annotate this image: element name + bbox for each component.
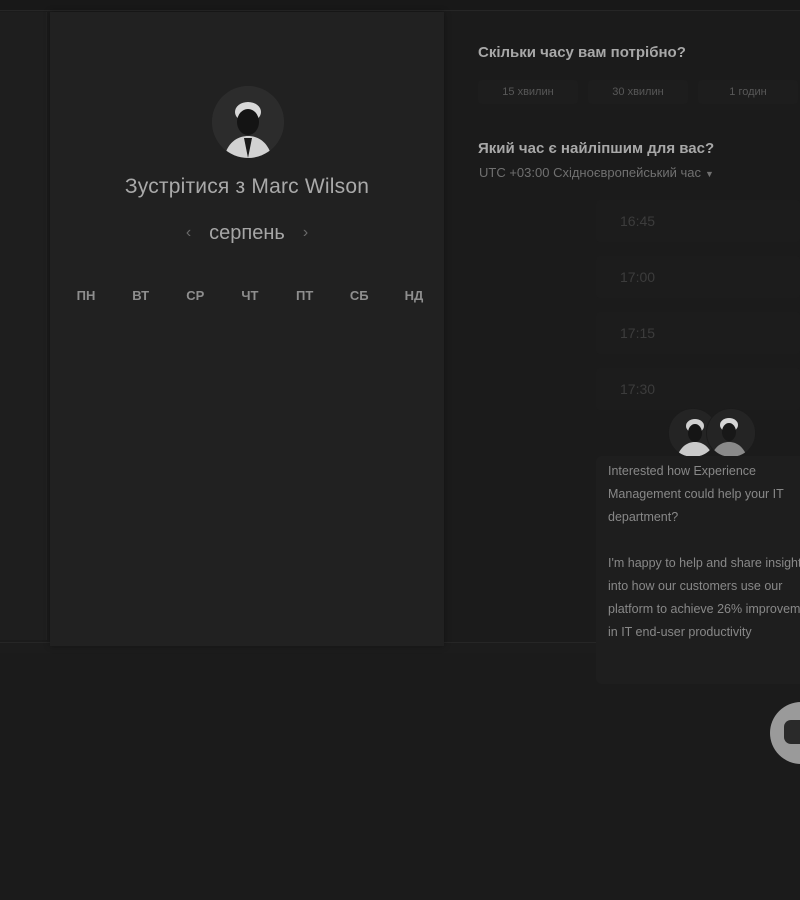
chat-launcher-button[interactable] (770, 702, 800, 764)
chat-bubble-icon (784, 720, 800, 744)
time-slot[interactable]: 17:00 (596, 256, 800, 298)
time-question: Який час є найліпшим для вас? (478, 140, 715, 157)
booking-card: Зустрітися з Marc Wilson ‹ серпень › ПН … (50, 12, 444, 646)
chevron-right-icon[interactable]: › (303, 225, 308, 241)
weekday-header: ПН ВТ СР ЧТ ПТ СБ НД (58, 288, 442, 303)
time-slot[interactable]: 16:45 (596, 200, 800, 242)
agent-avatar-image (707, 409, 755, 457)
chat-message-bubble[interactable]: Interested how Experience Management cou… (596, 456, 800, 684)
weekday-label: ПТ (295, 288, 314, 303)
time-slot[interactable]: 17:30 (596, 368, 800, 410)
chevron-left-icon[interactable]: ‹ (186, 225, 191, 241)
duration-options: 15 хвилин 30 хвилин 1 годин (478, 80, 800, 104)
timezone-select[interactable]: UTC +03:00 Східноєвропейський час ▼ (479, 165, 714, 180)
weekday-label: ВТ (132, 288, 150, 303)
booking-title: Зустрітися з Marc Wilson (124, 175, 370, 198)
month-label: серпень (209, 221, 285, 244)
chat-message-1: Interested how Experience Management cou… (608, 464, 784, 524)
left-gutter (0, 12, 47, 640)
duration-option-30[interactable]: 30 хвилин (588, 80, 688, 104)
chat-agent-avatars (668, 408, 760, 458)
weekday-label: ПН (76, 288, 96, 303)
agent-avatar (706, 408, 756, 458)
caret-down-icon: ▼ (704, 168, 714, 179)
chat-message-2: I'm happy to help and share insight into… (608, 556, 800, 639)
weekday-label: СБ (349, 288, 369, 303)
host-avatar (212, 86, 284, 158)
time-slot[interactable]: 17:15 (596, 312, 800, 354)
weekday-label: ЧТ (241, 288, 259, 303)
top-divider (0, 0, 800, 11)
month-navigator: ‹ серпень › (50, 218, 444, 248)
duration-question: Скільки часу вам потрібно? (478, 44, 686, 61)
duration-option-15[interactable]: 15 хвилин (478, 80, 578, 104)
time-slot-list: 16:45 17:00 17:15 17:30 (596, 200, 800, 424)
duration-option-60[interactable]: 1 годин (698, 80, 798, 104)
weekday-label: СР (186, 288, 205, 303)
timezone-label: UTC +03:00 Східноєвропейський час (479, 165, 701, 180)
weekday-label: НД (404, 288, 424, 303)
host-avatar-image (212, 86, 284, 158)
